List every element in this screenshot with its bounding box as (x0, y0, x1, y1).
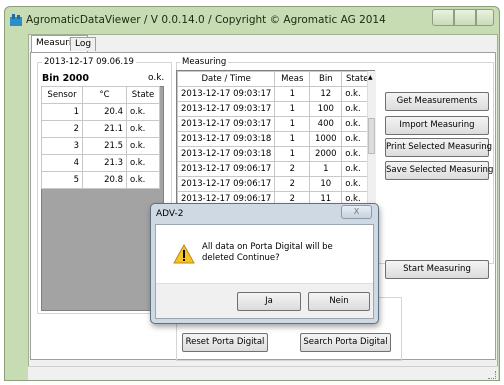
close-window-button[interactable] (476, 9, 494, 26)
tab-log[interactable]: Log (70, 37, 97, 51)
cell-bin: 10 (309, 176, 343, 192)
cell-datetime: 2013-12-17 09:03:17 (176, 86, 276, 102)
table-row[interactable]: 2013-12-17 09:03:17 1 12 o.k. (176, 86, 374, 102)
yes-button[interactable]: Ja (237, 292, 301, 311)
column-header-datetime[interactable]: Date / Time (176, 71, 276, 87)
table-row[interactable]: 4 21.3 o.k. (41, 154, 160, 172)
column-header-meas[interactable]: Meas (274, 71, 311, 87)
cell-datetime: 2013-12-17 09:06:17 (176, 176, 276, 192)
column-header-bin[interactable]: Bin (309, 71, 343, 87)
sensor-temp: 21.1 (82, 120, 127, 138)
sensor-state: o.k. (126, 103, 160, 121)
cell-meas: 1 (274, 86, 311, 102)
table-row[interactable]: 2 21.1 o.k. (41, 120, 160, 138)
column-header-temp[interactable]: °C (82, 86, 127, 104)
cell-meas: 2 (274, 161, 311, 177)
table-row[interactable]: 2013-12-17 09:06:17 2 1 o.k. (176, 161, 374, 177)
minimize-button[interactable] (432, 9, 454, 26)
table-row[interactable]: 1 20.4 o.k. (41, 103, 160, 121)
resize-grip-icon[interactable] (488, 371, 496, 379)
column-header-sensor[interactable]: Sensor (41, 86, 83, 104)
cell-meas: 1 (274, 101, 311, 117)
save-selected-measuring-button[interactable]: Save Selected Measuring (385, 161, 493, 180)
search-porta-digital-button[interactable]: Search Porta Digital (300, 333, 391, 352)
table-row[interactable]: 3 21.5 o.k. (41, 137, 160, 155)
sensor-state: o.k. (126, 171, 160, 189)
import-measuring-button[interactable]: Import Measuring (385, 116, 489, 135)
bin-status: o.k. (148, 73, 165, 83)
table-row[interactable]: 2013-12-17 09:06:17 2 10 o.k. (176, 176, 374, 192)
cell-bin: 100 (309, 101, 343, 117)
scroll-up-arrow-icon[interactable]: ▲ (368, 74, 373, 81)
measurements-table[interactable]: Date / Time Meas Bin State 2013-12-17 09… (176, 71, 374, 207)
get-measurements-button[interactable]: Get Measurements (385, 92, 489, 111)
cell-meas: 1 (274, 146, 311, 162)
cell-bin: 1000 (309, 131, 343, 147)
maximize-button[interactable] (454, 9, 476, 26)
sensor-id: 3 (41, 137, 83, 155)
measuring-group-label: Measuring (180, 57, 229, 67)
no-button[interactable]: Nein (308, 292, 370, 311)
dialog-message: All data on Porta Digital will be delete… (202, 242, 333, 263)
dialog-title: ADV-2 (156, 209, 184, 219)
cell-datetime: 2013-12-17 09:06:17 (176, 161, 276, 177)
table-row[interactable]: 2013-12-17 09:03:18 1 1000 o.k. (176, 131, 374, 147)
sensor-id: 5 (41, 171, 83, 189)
table-row[interactable]: 5 20.8 o.k. (41, 171, 160, 189)
sensor-temp: 21.5 (82, 137, 127, 155)
start-measuring-button[interactable]: Start Measuring (385, 260, 489, 279)
sensor-state: o.k. (126, 154, 160, 172)
cell-datetime: 2013-12-17 09:03:18 (176, 146, 276, 162)
cell-bin: 2000 (309, 146, 343, 162)
warning-icon (173, 244, 195, 264)
cell-meas: 1 (274, 116, 311, 132)
table-row[interactable]: 2013-12-17 09:03:17 1 400 o.k. (176, 116, 374, 132)
sensor-temp: 20.8 (82, 171, 127, 189)
cell-meas: 1 (274, 131, 311, 147)
window-title: AgromaticDataViewer / V 0.0.14.0 / Copyr… (26, 14, 386, 26)
column-header-state[interactable]: State (126, 86, 160, 104)
sensor-state: o.k. (126, 137, 160, 155)
print-selected-measuring-button[interactable]: Print Selected Measuring (385, 138, 492, 157)
app-icon (10, 14, 22, 26)
sensor-state: o.k. (126, 120, 160, 138)
dialog-close-button[interactable]: X (341, 205, 372, 219)
cell-meas: 2 (274, 176, 311, 192)
sensor-table[interactable]: Sensor °C State 1 20.4 o.k. 2 21.1 o.k. … (41, 86, 160, 189)
sensor-id: 2 (41, 120, 83, 138)
sensor-id: 1 (41, 103, 83, 121)
sensor-id: 4 (41, 154, 83, 172)
cell-bin: 12 (309, 86, 343, 102)
status-bar (28, 366, 498, 380)
sensor-temp: 21.3 (82, 154, 127, 172)
bin-name: Bin 2000 (42, 73, 90, 84)
table-row[interactable]: 2013-12-17 09:03:17 1 100 o.k. (176, 101, 374, 117)
cell-datetime: 2013-12-17 09:03:17 (176, 116, 276, 132)
sensor-date-label: 2013-12-17 09.06.19 (42, 57, 136, 67)
cell-bin: 1 (309, 161, 343, 177)
scrollbar-thumb[interactable] (368, 118, 375, 154)
sensor-temp: 20.4 (82, 103, 127, 121)
reset-porta-digital-button[interactable]: Reset Porta Digital (182, 333, 268, 352)
cell-datetime: 2013-12-17 09:03:17 (176, 101, 276, 117)
cell-bin: 400 (309, 116, 343, 132)
table-row[interactable]: 2013-12-17 09:03:18 1 2000 o.k. (176, 146, 374, 162)
cell-datetime: 2013-12-17 09:03:18 (176, 131, 276, 147)
